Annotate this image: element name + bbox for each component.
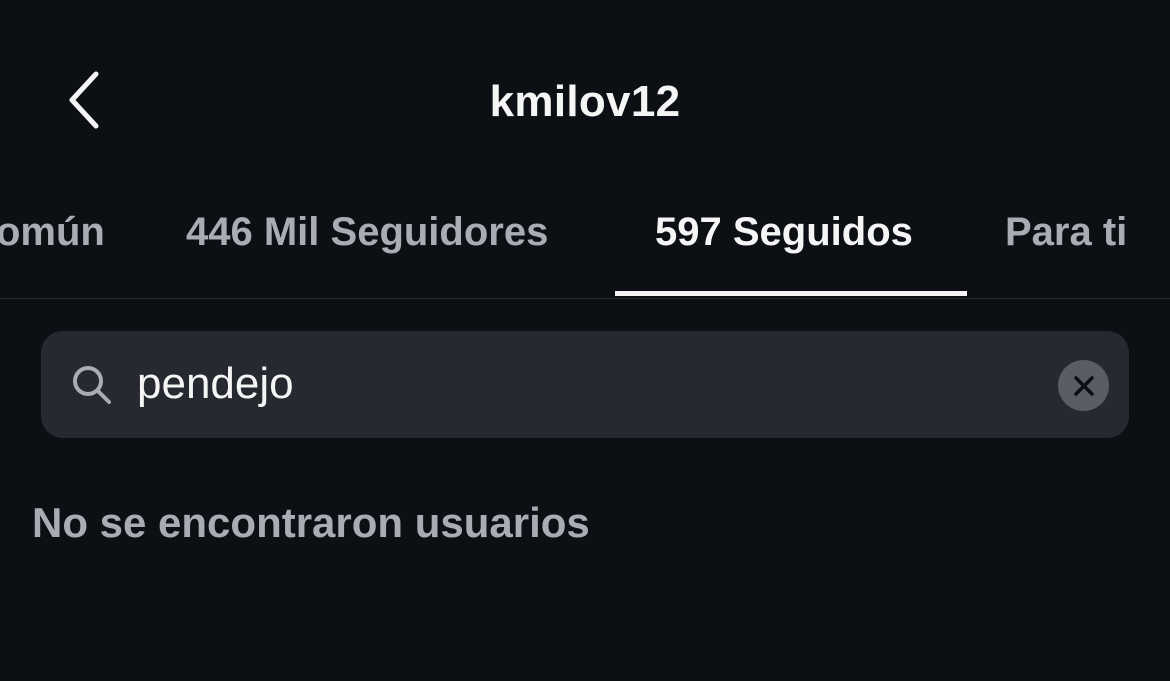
- search-icon: [73, 366, 111, 404]
- tab-mutual[interactable]: omún: [0, 208, 105, 256]
- active-tab-indicator: [615, 291, 967, 296]
- page-title: kmilov12: [489, 77, 681, 126]
- empty-results-message: No se encontraron usuarios: [32, 499, 590, 546]
- clear-search-button[interactable]: [1058, 360, 1109, 411]
- search-bar[interactable]: [41, 331, 1129, 438]
- tab-bar: omún 446 Mil Seguidores 597 Seguidos Par…: [0, 196, 1170, 299]
- close-icon: [1073, 375, 1094, 396]
- tab-for-you[interactable]: Para ti: [1005, 208, 1127, 256]
- header-bar: kmilov12: [0, 0, 1170, 200]
- tab-following[interactable]: 597 Seguidos: [655, 208, 913, 256]
- tab-followers[interactable]: 446 Mil Seguidores: [186, 208, 548, 256]
- search-input[interactable]: [137, 351, 1037, 417]
